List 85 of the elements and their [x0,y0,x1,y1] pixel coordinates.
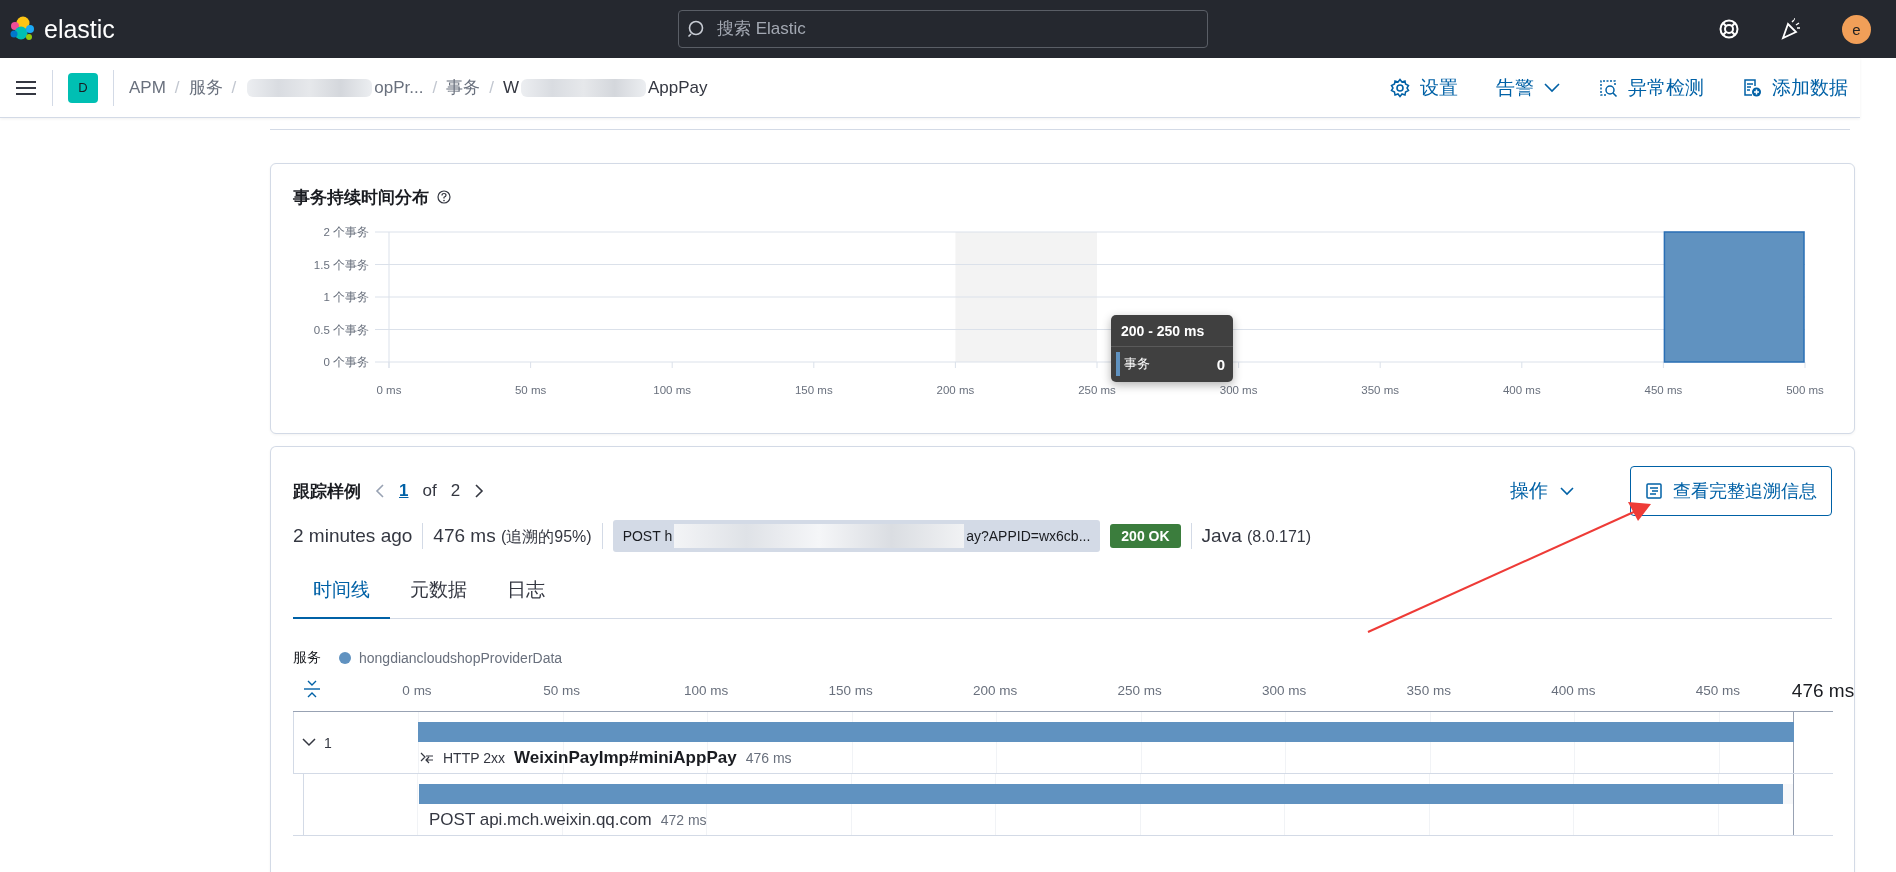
x-axis-label: 450 ms [1644,384,1683,396]
gear-icon [1390,77,1410,98]
axis-tick-label: 100 ms [683,683,729,698]
axis-tick-label: 150 ms [828,683,873,698]
legend-label: hongdiancloudshopProviderData [359,650,563,666]
party-popper-icon[interactable] [1780,18,1802,40]
x-axis-label: 300 ms [1219,384,1258,396]
axis-tick-label: 50 ms [543,683,580,698]
breadcrumb-link[interactable]: opPr... [245,77,424,98]
header-action-link[interactable]: 告警 [1496,74,1560,101]
document-plus-icon [1742,77,1762,98]
caret-icon [1560,486,1574,496]
actions-dropdown-button[interactable]: 操作 [1504,477,1580,505]
breadcrumb-separator: / [489,77,494,98]
tab[interactable]: 元数据 [390,565,487,619]
x-axis-label: 50 ms [514,384,547,396]
header-action-link[interactable]: 添加数据 [1742,74,1848,101]
series-swatch [1116,352,1120,376]
duration-text: 476 ms [745,750,792,766]
logo-text[interactable]: elastic [44,14,115,44]
axis-tick-label: 350 ms [1406,683,1451,698]
breadcrumb-link[interactable]: 服务 [188,76,223,99]
x-axis-label: 350 ms [1361,384,1400,396]
page-of-text: of [422,481,437,501]
status-badge: 200 OK [1110,524,1181,548]
header-action-link[interactable]: 异常检测 [1598,74,1704,101]
x-axis-label: 100 ms [653,384,692,396]
tooltip-title: 200 - 250 ms [1111,315,1233,347]
axis-tick-label: 450 ms [1695,683,1740,698]
view-full-trace-button[interactable]: 查看完整追溯信息 [1630,466,1832,516]
user-avatar[interactable]: e [1842,14,1871,44]
tooltip-value: 0 [1216,355,1225,373]
search-field[interactable]: 搜索 Elastic [678,10,1208,48]
breadcrumb-link[interactable]: W AppPay [502,77,708,98]
panel-title: 跟踪样例 [293,480,361,503]
previous-page-icon[interactable] [375,484,385,498]
agent-text: Java (8.0.171) [1201,525,1312,547]
magnifier-chart-icon [1598,77,1618,98]
help-icon[interactable] [437,190,451,204]
collapse-all-icon[interactable] [303,679,321,699]
trace-total-duration: 476 ms [1791,680,1855,702]
y-axis-label: 1 个事务 [323,291,369,303]
x-axis-label: 150 ms [794,384,833,396]
page-number[interactable]: 1 [399,481,409,501]
tab[interactable]: 日志 [487,565,565,619]
axis-tick-label: 250 ms [1117,683,1162,698]
request-arrows-icon [420,752,434,764]
span-name[interactable]: POST api.mch.weixin.qq.com [419,810,652,830]
x-axis-label: 250 ms [1078,384,1116,396]
x-axis-label: 200 ms [936,384,975,396]
transaction-type: HTTP 2xx [443,750,505,766]
x-axis-label: 400 ms [1502,384,1541,396]
next-page-icon[interactable] [474,484,485,498]
menu-icon[interactable] [16,79,36,96]
y-axis-label: 2 个事务 [323,226,369,238]
space-avatar[interactable]: D [68,72,98,103]
breadcrumb-link[interactable]: APM [129,77,166,98]
axis-tick-label: 200 ms [973,683,1018,698]
breadcrumb-separator: / [231,77,237,98]
breadcrumb-link[interactable]: 事务 [446,76,481,99]
url-badge: POST h ay?APPID=wx6cb... [612,520,1101,552]
timestamp-text: 2 minutes ago [293,525,413,547]
page-number[interactable]: 2 [450,481,461,501]
tab[interactable]: 时间线 [293,565,390,619]
axis-tick-label: 0 ms [402,683,432,698]
chevron-down-icon [302,738,316,747]
axis-tick-label: 400 ms [1551,683,1596,698]
elastic-logo-icon[interactable] [8,15,36,43]
duration-text: 476 ms (追溯的95%) [433,524,592,548]
transaction-name[interactable]: WeixinPayImp#miniAppPay [514,748,737,768]
expand-toggle[interactable]: 1 [302,734,332,751]
y-axis-label: 0.5 个事务 [313,323,369,336]
y-axis-label: 0 个事务 [323,356,369,368]
axis-tick-label: 300 ms [1262,683,1307,698]
y-axis-label: 1.5 个事务 [313,258,369,271]
x-axis-label: 500 ms [1786,384,1824,396]
legend-title: 服务 [293,649,321,667]
header-action-link[interactable]: 设置 [1390,74,1458,101]
tooltip-label: 事务 [1124,355,1150,373]
panel-title: 事务持续时间分布 [293,186,429,209]
breadcrumb-separator: / [432,77,438,98]
document-icon [1645,482,1663,500]
breadcrumb-separator: / [174,77,180,98]
x-axis-label: 0 ms [376,384,402,396]
duration-text: 472 ms [660,812,707,828]
